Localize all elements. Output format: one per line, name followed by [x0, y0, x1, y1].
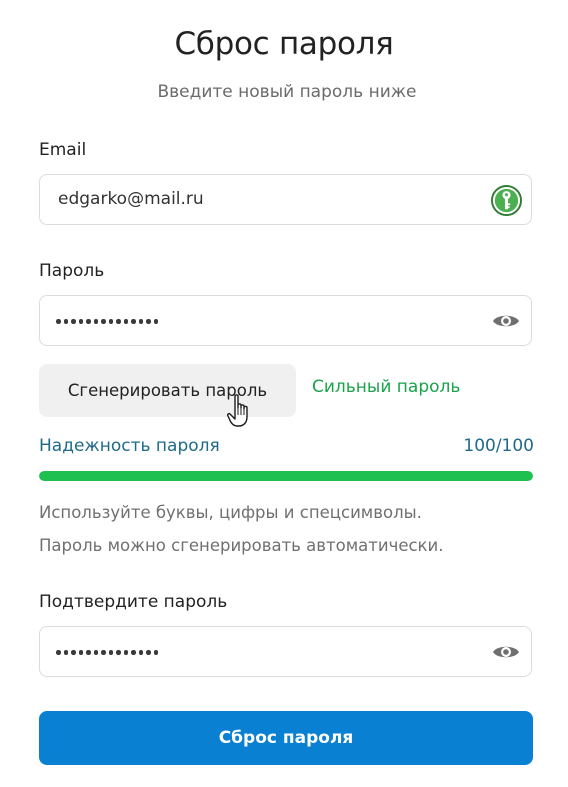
- email-field[interactable]: edgarko@mail.ru: [39, 174, 532, 225]
- confirm-password-masked-value[interactable]: [56, 650, 158, 655]
- password-reliability-score: 100/100: [463, 436, 534, 456]
- password-strength-label: Сильный пароль: [312, 377, 461, 397]
- page-subtitle: Введите новый пароль ниже: [157, 82, 417, 102]
- mask-dot: [71, 319, 76, 324]
- mask-dot: [63, 319, 68, 324]
- mask-dot: [71, 650, 76, 655]
- mask-dot: [93, 650, 98, 655]
- mask-dot: [131, 650, 136, 655]
- mask-dot: [123, 319, 128, 324]
- hint-line-1: Используйте буквы, цифры и спецсимволы.: [39, 503, 422, 522]
- mask-dot: [116, 319, 121, 324]
- confirm-password-label: Подтвердите пароль: [39, 592, 228, 612]
- mask-dot: [78, 650, 83, 655]
- mask-dot: [78, 319, 83, 324]
- mask-dot: [56, 650, 61, 655]
- confirm-password-field[interactable]: [39, 626, 532, 677]
- mask-dot: [93, 319, 98, 324]
- password-reliability-label: Надежность пароля: [39, 436, 220, 456]
- mask-dot: [146, 319, 151, 324]
- mask-dot: [86, 319, 91, 324]
- eye-icon[interactable]: [492, 642, 520, 662]
- mask-dot: [108, 650, 113, 655]
- password-manager-key-icon[interactable]: [491, 185, 522, 216]
- page-title: Сброс пароля: [174, 26, 394, 62]
- mask-dot: [86, 650, 91, 655]
- password-strength-fill: [39, 471, 533, 481]
- password-field[interactable]: [39, 295, 532, 346]
- hint-line-2: Пароль можно сгенерировать автоматически…: [39, 536, 444, 555]
- mask-dot: [131, 319, 136, 324]
- mask-dot: [138, 319, 143, 324]
- mask-dot: [146, 650, 151, 655]
- password-strength-bar: [39, 471, 533, 481]
- mask-dot: [63, 650, 68, 655]
- mask-dot: [101, 319, 106, 324]
- password-masked-value[interactable]: [56, 319, 158, 324]
- email-value[interactable]: edgarko@mail.ru: [58, 175, 204, 224]
- mask-dot: [153, 319, 158, 324]
- mask-dot: [123, 650, 128, 655]
- mask-dot: [153, 650, 158, 655]
- password-label: Пароль: [39, 261, 105, 281]
- mask-dot: [138, 650, 143, 655]
- mask-dot: [116, 650, 121, 655]
- generate-password-button[interactable]: Сгенерировать пароль: [39, 364, 296, 417]
- eye-icon[interactable]: [492, 311, 520, 331]
- email-label: Email: [39, 140, 87, 160]
- mask-dot: [56, 319, 61, 324]
- mask-dot: [108, 319, 113, 324]
- reset-password-button[interactable]: Сброс пароля: [39, 711, 533, 765]
- mask-dot: [101, 650, 106, 655]
